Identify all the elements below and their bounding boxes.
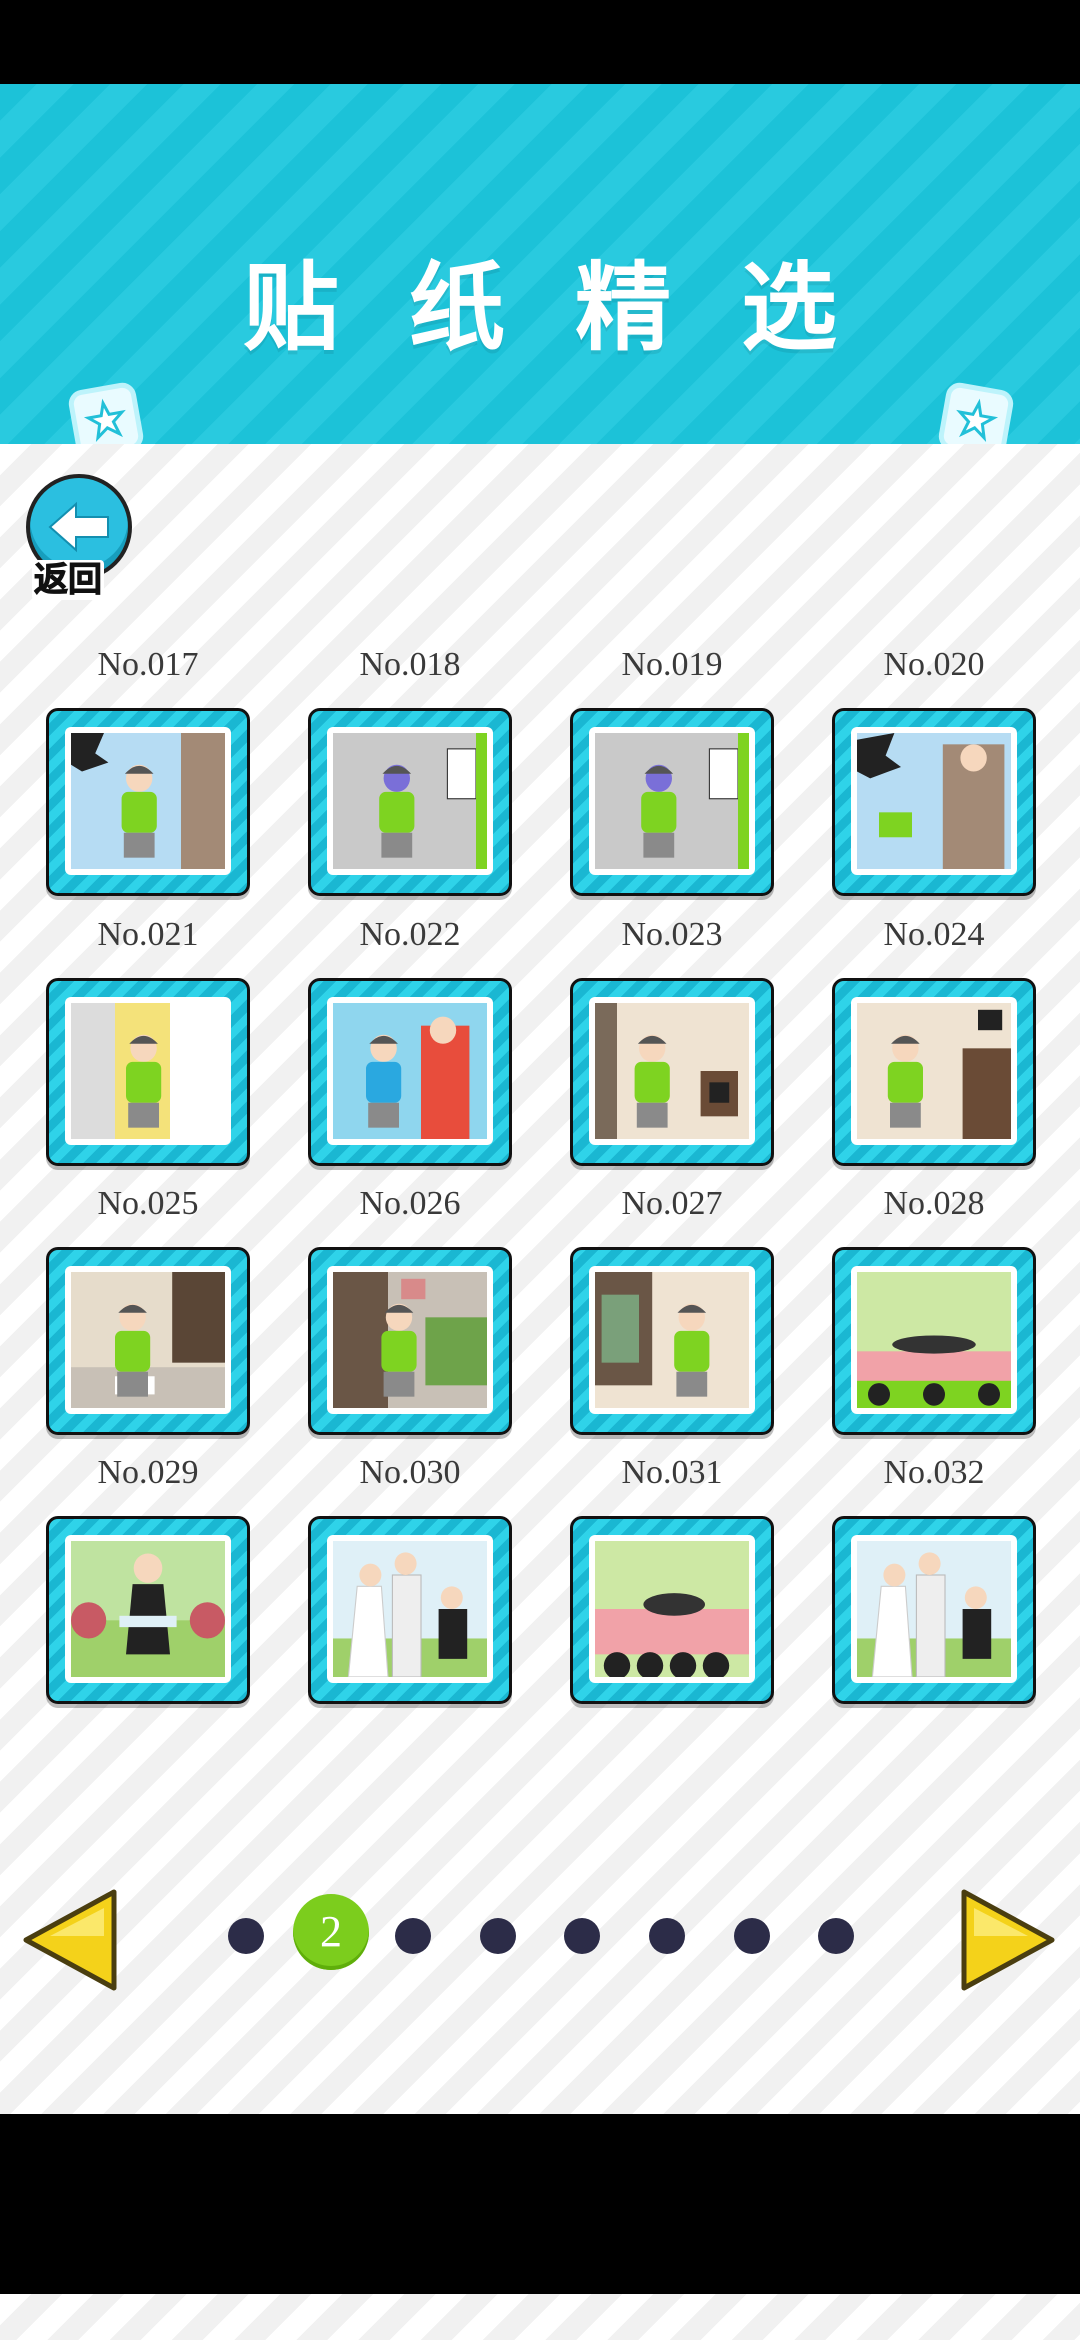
sticker-image	[327, 1266, 493, 1414]
bottom-strip	[0, 2294, 1080, 2340]
sticker-card[interactable]	[308, 978, 512, 1166]
sticker-image	[65, 997, 231, 1145]
sticker-image	[327, 1535, 493, 1683]
sticker-card[interactable]	[46, 978, 250, 1166]
back-button[interactable]: 返回	[26, 474, 136, 604]
sticker-card[interactable]	[46, 1516, 250, 1704]
sticker-number: No.025	[97, 1185, 199, 1222]
sticker-number: No.024	[883, 916, 985, 953]
sticker-image	[851, 1266, 1017, 1414]
page-dot[interactable]	[734, 1918, 770, 1954]
page-dot[interactable]	[480, 1918, 516, 1954]
sticker-number: No.023	[621, 916, 723, 953]
sticker-image	[589, 997, 755, 1145]
sticker-image	[589, 727, 755, 875]
sticker-number: No.020	[883, 646, 985, 683]
sticker-image	[851, 727, 1017, 875]
back-label: 返回	[32, 560, 104, 601]
page-dot[interactable]	[818, 1918, 854, 1954]
sticker-number: No.018	[359, 646, 461, 683]
sticker-number: No.030	[359, 1454, 461, 1491]
sticker-image	[851, 997, 1017, 1145]
sticker-card[interactable]	[570, 1516, 774, 1704]
sticker-number: No.021	[97, 916, 199, 953]
sticker-number: No.028	[883, 1185, 985, 1222]
sticker-card[interactable]	[308, 1516, 512, 1704]
sticker-image	[327, 727, 493, 875]
system-nav-bar	[0, 2114, 1080, 2294]
sticker-image	[589, 1535, 755, 1683]
sticker-card[interactable]	[570, 978, 774, 1166]
sticker-card[interactable]	[832, 978, 1036, 1166]
next-page-arrow-icon[interactable]	[958, 1886, 1058, 1994]
status-bar	[0, 0, 1080, 84]
prev-page-arrow-icon[interactable]	[20, 1886, 120, 1994]
sticker-card[interactable]	[308, 1247, 512, 1435]
sticker-number: No.027	[621, 1185, 723, 1222]
page-dot[interactable]	[564, 1918, 600, 1954]
sticker-number: No.019	[621, 646, 723, 683]
page-dot-active[interactable]: 2	[293, 1894, 369, 1970]
sticker-card[interactable]	[832, 1516, 1036, 1704]
page-title: 贴纸精选	[243, 252, 907, 364]
sticker-card[interactable]	[46, 1247, 250, 1435]
sticker-number: No.031	[621, 1454, 723, 1491]
sticker-image	[65, 1266, 231, 1414]
sticker-number: No.032	[883, 1454, 985, 1491]
sticker-card[interactable]	[832, 1247, 1036, 1435]
sticker-number: No.029	[97, 1454, 199, 1491]
sticker-card[interactable]	[46, 708, 250, 896]
sticker-card[interactable]	[832, 708, 1036, 896]
page-dot[interactable]	[228, 1918, 264, 1954]
sticker-image	[65, 727, 231, 875]
pagination: 2	[0, 1880, 1080, 2000]
sticker-number: No.022	[359, 916, 461, 953]
sticker-number: No.026	[359, 1185, 461, 1222]
sticker-card[interactable]	[570, 708, 774, 896]
page-dot[interactable]	[395, 1918, 431, 1954]
sticker-image	[851, 1535, 1017, 1683]
sticker-image	[65, 1535, 231, 1683]
sticker-card[interactable]	[308, 708, 512, 896]
sticker-image	[589, 1266, 755, 1414]
sticker-number: No.017	[97, 646, 199, 683]
page-dot[interactable]	[649, 1918, 685, 1954]
sticker-image	[327, 997, 493, 1145]
sticker-card[interactable]	[570, 1247, 774, 1435]
